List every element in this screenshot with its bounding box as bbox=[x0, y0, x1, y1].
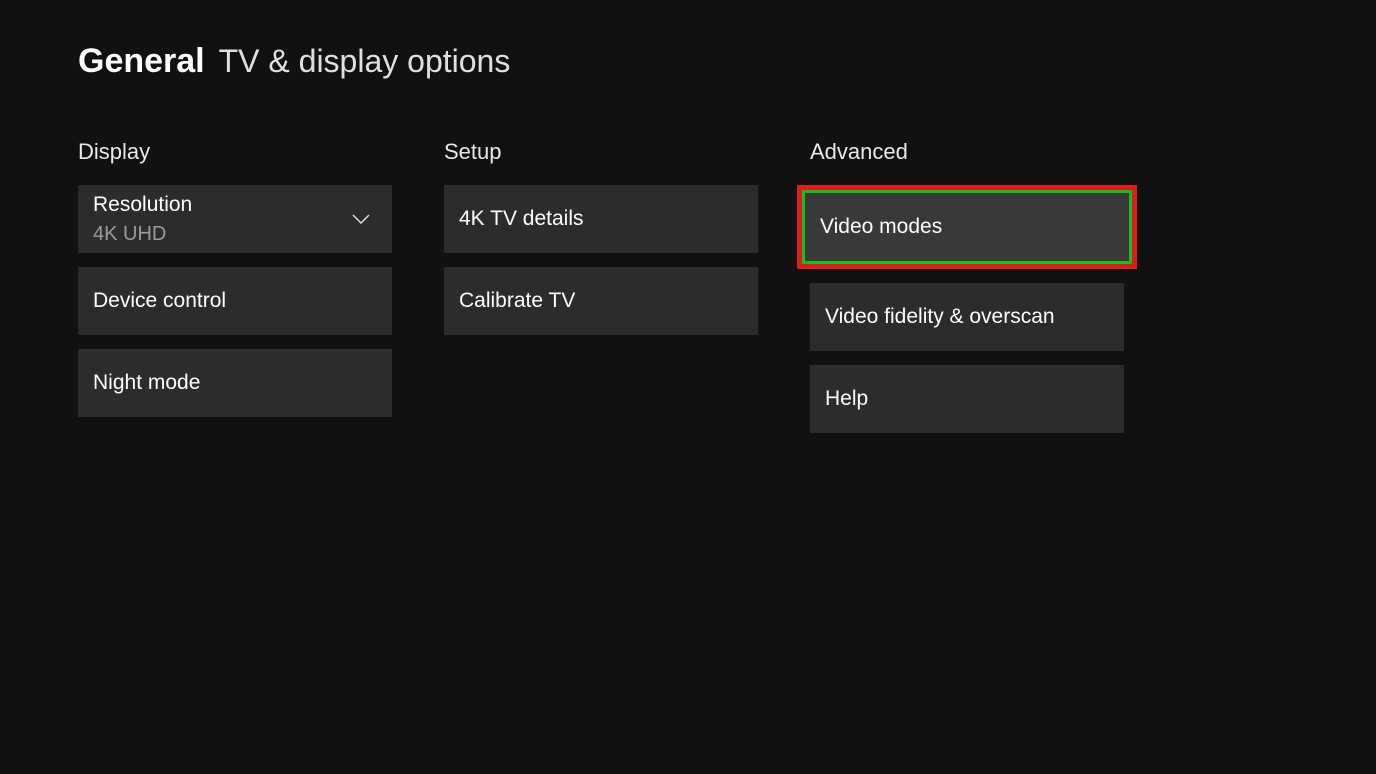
column-advanced: Advanced Video modes Video fidelity & ov… bbox=[810, 139, 1124, 447]
calibrate-tv-button[interactable]: Calibrate TV bbox=[444, 267, 758, 335]
column-display-title: Display bbox=[78, 139, 392, 165]
video-fidelity-button[interactable]: Video fidelity & overscan bbox=[810, 283, 1124, 351]
device-control-button[interactable]: Device control bbox=[78, 267, 392, 335]
column-display: Display Resolution 4K UHD Device control… bbox=[78, 139, 392, 447]
column-advanced-title: Advanced bbox=[810, 139, 1124, 165]
night-mode-label: Night mode bbox=[93, 368, 200, 397]
header-category: General bbox=[78, 42, 205, 81]
resolution-label: Resolution bbox=[93, 190, 192, 219]
calibrate-tv-label: Calibrate TV bbox=[459, 286, 575, 315]
header-section: TV & display options bbox=[219, 43, 511, 80]
4k-tv-details-button[interactable]: 4K TV details bbox=[444, 185, 758, 253]
column-setup-title: Setup bbox=[444, 139, 758, 165]
highlight-annotation: Video modes bbox=[797, 185, 1137, 269]
4k-tv-details-label: 4K TV details bbox=[459, 204, 584, 233]
video-fidelity-label: Video fidelity & overscan bbox=[825, 302, 1055, 331]
resolution-value: 4K UHD bbox=[93, 220, 166, 248]
device-control-label: Device control bbox=[93, 286, 226, 315]
column-setup: Setup 4K TV details Calibrate TV bbox=[444, 139, 758, 447]
night-mode-button[interactable]: Night mode bbox=[78, 349, 392, 417]
settings-page: General TV & display options Display Res… bbox=[0, 0, 1376, 447]
settings-columns: Display Resolution 4K UHD Device control… bbox=[78, 139, 1376, 447]
resolution-dropdown[interactable]: Resolution 4K UHD bbox=[78, 185, 392, 253]
chevron-down-icon bbox=[352, 214, 370, 224]
page-title: General TV & display options bbox=[78, 42, 1376, 81]
help-label: Help bbox=[825, 384, 868, 413]
video-modes-button[interactable]: Video modes bbox=[802, 190, 1132, 264]
help-button[interactable]: Help bbox=[810, 365, 1124, 433]
video-modes-label: Video modes bbox=[820, 212, 942, 241]
